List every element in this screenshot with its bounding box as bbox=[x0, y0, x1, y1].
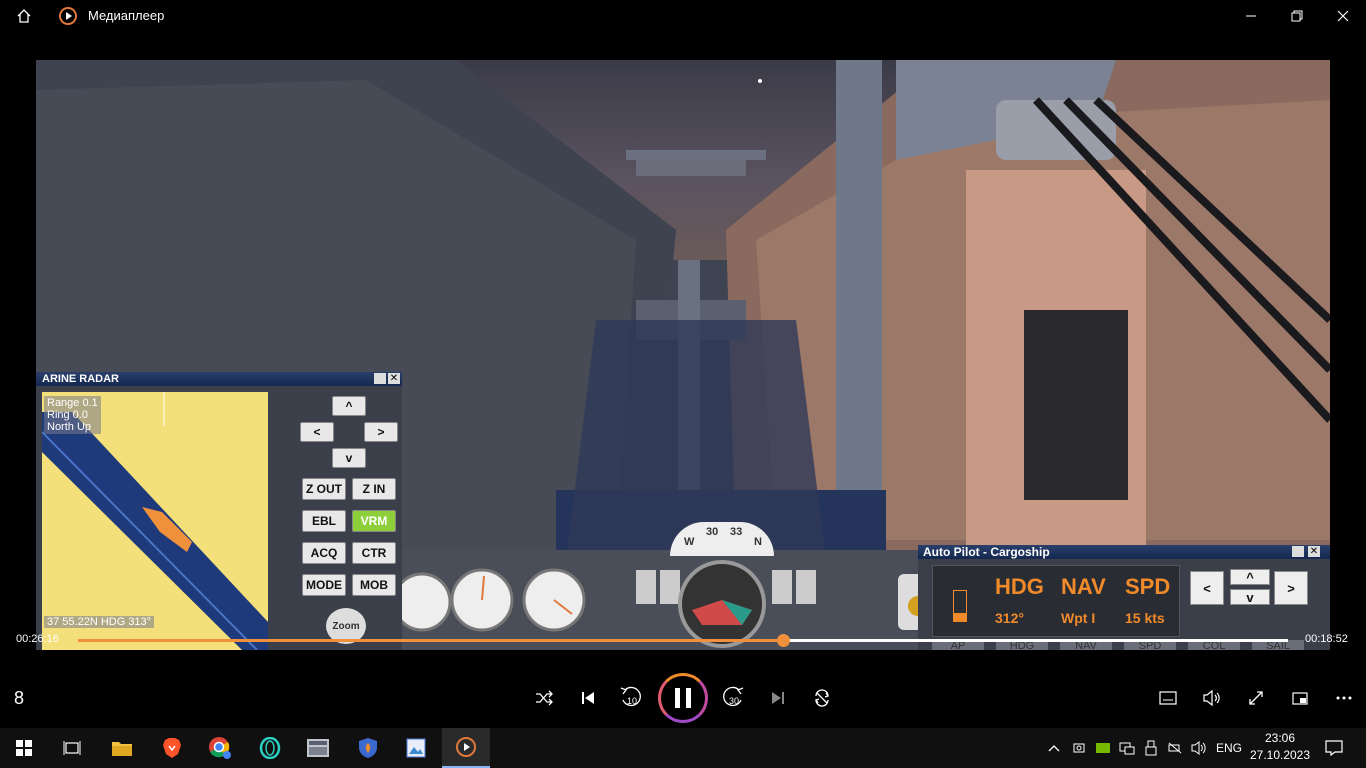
acq-button[interactable]: ACQ bbox=[302, 542, 346, 564]
left-label: 8 bbox=[14, 688, 25, 708]
shuffle-icon[interactable] bbox=[532, 686, 556, 710]
title-bar: Медиаплеер bbox=[0, 0, 1366, 32]
autopilot-close-icon[interactable]: ✕ bbox=[1308, 546, 1320, 557]
autopilot-right-button[interactable]: > bbox=[1274, 571, 1308, 605]
usb-icon[interactable] bbox=[1140, 728, 1162, 768]
volume-icon[interactable] bbox=[1200, 686, 1224, 710]
radar-up-button[interactable]: ^ bbox=[332, 396, 366, 416]
radar-ring: Ring 0.0 bbox=[47, 409, 88, 421]
seek-bar: 00:26:16 00:18:52 bbox=[0, 628, 1366, 652]
nav-label: NAV bbox=[1061, 574, 1106, 599]
compass-label-w: W bbox=[684, 536, 695, 548]
radar-mode: North Up bbox=[47, 421, 92, 433]
file-explorer-icon[interactable] bbox=[98, 728, 146, 768]
chevron-up-icon[interactable] bbox=[1044, 728, 1064, 768]
spd-label: SPD bbox=[1125, 574, 1171, 599]
compass-label-n: N bbox=[754, 536, 762, 548]
radar-window-icon[interactable] bbox=[374, 373, 386, 384]
zoom-out-button[interactable]: Z OUT bbox=[302, 478, 346, 500]
skip-forward-label: 30 bbox=[728, 696, 739, 706]
task-view-icon[interactable] bbox=[48, 728, 96, 768]
nvidia-icon[interactable] bbox=[1092, 728, 1114, 768]
autopilot-down-button[interactable]: v bbox=[1230, 589, 1270, 605]
compass-label-30: 30 bbox=[706, 526, 719, 538]
subtitles-icon[interactable] bbox=[1156, 686, 1180, 710]
mode-button[interactable]: MODE bbox=[302, 574, 346, 596]
fullscreen-icon[interactable] bbox=[1244, 686, 1268, 710]
hdg-label: HDG bbox=[995, 574, 1044, 599]
network-icon[interactable] bbox=[1116, 728, 1138, 768]
app-icon[interactable] bbox=[294, 728, 342, 768]
progress-thumb[interactable] bbox=[777, 634, 791, 647]
nav-value: Wpt I bbox=[1061, 610, 1096, 626]
clock[interactable]: 23:06 27.10.2023 bbox=[1248, 730, 1312, 766]
camera-icon[interactable] bbox=[1068, 728, 1090, 768]
taskbar: ENG 23:06 27.10.2023 bbox=[0, 728, 1366, 768]
autopilot-display: HDG NAV SPD 312° Wpt I 15 kts bbox=[932, 565, 1180, 637]
pause-button[interactable] bbox=[658, 673, 708, 723]
next-icon[interactable] bbox=[766, 686, 790, 710]
hdg-value: 312° bbox=[995, 610, 1024, 626]
pause-icon bbox=[675, 688, 691, 708]
firewall-icon[interactable] bbox=[344, 728, 392, 768]
radar-info: Range 0.1 Ring 0.0 North Up bbox=[44, 396, 101, 434]
radar-range: Range 0.1 bbox=[47, 397, 98, 409]
progress-fill bbox=[78, 639, 784, 642]
video-frame[interactable]: ARINE RADAR ✕ Range 0.1 Ring 0.0 North U… bbox=[36, 60, 1330, 650]
previous-icon[interactable] bbox=[576, 686, 600, 710]
brave-icon[interactable] bbox=[148, 728, 196, 768]
battery-icon[interactable] bbox=[1164, 728, 1186, 768]
chrome-icon[interactable] bbox=[196, 728, 244, 768]
home-icon[interactable] bbox=[8, 0, 40, 32]
compass-rose: W 30 33 N bbox=[670, 522, 774, 556]
radar-screen[interactable]: Range 0.1 Ring 0.0 North Up 37 55.22N HD… bbox=[42, 392, 268, 650]
radar-panel: ARINE RADAR ✕ Range 0.1 Ring 0.0 North U… bbox=[36, 372, 402, 650]
repeat-icon[interactable] bbox=[810, 686, 834, 710]
media-player-icon bbox=[56, 0, 80, 32]
zoom-in-button[interactable]: Z IN bbox=[352, 478, 396, 500]
mini-player-icon[interactable] bbox=[1288, 686, 1312, 710]
autopilot-up-button[interactable]: ^ bbox=[1230, 569, 1270, 585]
autopilot-left-button[interactable]: < bbox=[1190, 571, 1224, 605]
mob-button[interactable]: MOB bbox=[352, 574, 396, 596]
radar-position: 37 55.22N HDG 313° bbox=[44, 616, 155, 628]
restore-icon[interactable] bbox=[1274, 0, 1320, 32]
speaker-icon[interactable] bbox=[1188, 728, 1210, 768]
windows-start-icon[interactable] bbox=[0, 728, 48, 768]
ebl-button[interactable]: EBL bbox=[302, 510, 346, 532]
ctr-button[interactable]: CTR bbox=[352, 542, 396, 564]
skip-back-label: 10 bbox=[626, 696, 637, 706]
remaining-time: 00:18:52 bbox=[1305, 633, 1348, 645]
media-player-taskbar-icon[interactable] bbox=[442, 728, 490, 768]
progress-track[interactable] bbox=[78, 634, 1288, 647]
radar-down-button[interactable]: v bbox=[332, 448, 366, 468]
spd-value: 15 kts bbox=[1125, 610, 1165, 626]
autopilot-title: Auto Pilot - Cargoship bbox=[918, 545, 1330, 559]
notifications-icon[interactable] bbox=[1318, 728, 1350, 768]
player-controls: 8 10 30 bbox=[0, 652, 1366, 728]
skip-back-10-icon[interactable]: 10 bbox=[618, 684, 646, 712]
compass-label-33: 33 bbox=[730, 526, 743, 538]
close-icon[interactable] bbox=[1320, 0, 1366, 32]
opera-icon[interactable] bbox=[246, 728, 294, 768]
throttle-indicator bbox=[953, 590, 967, 622]
radar-title: ARINE RADAR bbox=[36, 372, 402, 386]
radar-left-button[interactable]: < bbox=[300, 422, 334, 442]
more-icon[interactable] bbox=[1332, 686, 1356, 710]
vrm-button[interactable]: VRM bbox=[352, 510, 396, 532]
radar-right-button[interactable]: > bbox=[364, 422, 398, 442]
image-viewer-icon[interactable] bbox=[392, 728, 440, 768]
language-indicator[interactable]: ENG bbox=[1212, 728, 1246, 768]
minimize-icon[interactable] bbox=[1228, 0, 1274, 32]
autopilot-window-icon[interactable] bbox=[1292, 546, 1304, 557]
skip-forward-30-icon[interactable]: 30 bbox=[720, 684, 748, 712]
clock-time: 23:06 bbox=[1264, 731, 1296, 745]
radar-close-icon[interactable]: ✕ bbox=[388, 373, 400, 384]
window-title: Медиаплеер bbox=[88, 8, 165, 23]
clock-date: 27.10.2023 bbox=[1249, 748, 1311, 762]
elapsed-time: 00:26:16 bbox=[16, 633, 59, 645]
